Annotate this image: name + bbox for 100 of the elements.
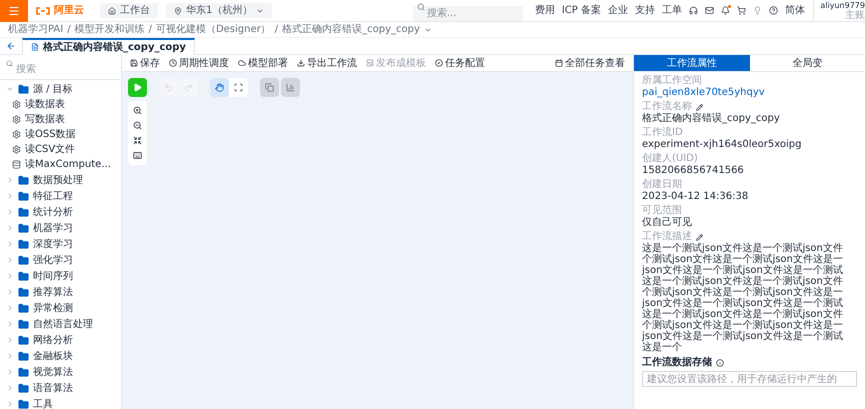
tree-item[interactable]: 读MaxCompute... bbox=[25, 157, 111, 172]
nav-link[interactable]: ICP 备案 bbox=[562, 3, 601, 18]
folder-icon bbox=[18, 270, 29, 282]
schedule-icon bbox=[169, 59, 177, 67]
edit-icon[interactable] bbox=[696, 104, 703, 110]
field-label: 工作流描述 bbox=[642, 231, 692, 242]
toolbar-button[interactable]: 保存 bbox=[130, 56, 160, 70]
lightbulb-icon[interactable] bbox=[753, 6, 762, 15]
tree-folder[interactable]: 数据预处理 bbox=[33, 172, 83, 188]
folder-icon bbox=[18, 366, 29, 378]
tree-folder[interactable]: 语音算法 bbox=[33, 380, 73, 396]
breadcrumb-separator: / bbox=[148, 23, 152, 37]
cart-icon[interactable] bbox=[737, 6, 746, 15]
caret-down-icon[interactable] bbox=[6, 85, 14, 93]
toolbar-button[interactable]: 模型部署 bbox=[238, 56, 288, 70]
keyboard-icon[interactable] bbox=[133, 151, 142, 160]
workflow-tab[interactable]: 格式正确内容错误_copy_copy bbox=[22, 38, 195, 54]
caret-right-icon[interactable] bbox=[6, 320, 14, 328]
edit-icon[interactable] bbox=[696, 234, 703, 240]
zoom-in-icon[interactable] bbox=[133, 106, 142, 115]
region-dropdown[interactable]: 华东1（杭州） bbox=[166, 3, 272, 18]
tree-folder[interactable]: 网络分析 bbox=[33, 332, 73, 348]
tree-item[interactable]: 读CSV文件 bbox=[25, 142, 76, 157]
language-link[interactable]: 简体 bbox=[785, 3, 805, 18]
tree-folder[interactable]: 金融板块 bbox=[33, 348, 73, 364]
hand-tool-button[interactable] bbox=[210, 78, 229, 97]
caret-right-icon[interactable] bbox=[6, 368, 14, 376]
gear-icon bbox=[12, 130, 21, 139]
notification-icon[interactable] bbox=[721, 6, 730, 15]
tree-folder[interactable]: 机器学习 bbox=[33, 220, 73, 236]
help-icon[interactable] bbox=[769, 6, 778, 15]
folder-icon bbox=[18, 190, 29, 202]
tree-folder[interactable]: 自然语言处理 bbox=[33, 316, 93, 332]
storage-path-field[interactable]: 建议您设置该路径，用于存储运行中产生的 bbox=[642, 371, 857, 387]
caret-right-icon[interactable] bbox=[6, 400, 14, 408]
logo-icon bbox=[36, 6, 50, 14]
description-line: 这是一个 bbox=[642, 342, 683, 353]
field-label: 创建日期 bbox=[642, 179, 682, 191]
copy-button[interactable] bbox=[260, 78, 279, 97]
workspace-link[interactable]: pai_qien8xle70te5yhqyv bbox=[642, 87, 857, 99]
tree-folder[interactable]: 异常检测 bbox=[33, 300, 73, 316]
caret-right-icon[interactable] bbox=[6, 208, 14, 216]
caret-right-icon[interactable] bbox=[6, 192, 14, 200]
description-line: json文件这是一个测试json文件这是一个测试 bbox=[642, 331, 844, 342]
info-icon[interactable] bbox=[716, 359, 724, 367]
caret-right-icon[interactable] bbox=[6, 240, 14, 248]
tree-folder[interactable]: 工具 bbox=[33, 396, 53, 409]
run-button[interactable] bbox=[128, 78, 147, 97]
gear-icon bbox=[12, 115, 21, 124]
caret-right-icon[interactable] bbox=[6, 384, 14, 392]
nav-link[interactable]: 企业 bbox=[608, 3, 628, 18]
panel-tab[interactable]: 工作流属性 bbox=[634, 55, 750, 71]
user-name[interactable]: aliyun9779 bbox=[820, 0, 865, 10]
caret-right-icon[interactable] bbox=[6, 336, 14, 344]
deploy-icon bbox=[238, 59, 246, 67]
breadcrumb-link[interactable]: 可视化建模（Designer） bbox=[156, 22, 271, 37]
breadcrumb-link[interactable]: 格式正确内容错误_copy_copy bbox=[282, 22, 420, 37]
tree-item[interactable]: 写数据表 bbox=[25, 112, 65, 127]
chart-button[interactable] bbox=[281, 78, 300, 97]
tree-item[interactable]: 读数据表 bbox=[25, 97, 65, 112]
workbench-button[interactable]: 工作台 bbox=[100, 3, 158, 18]
caret-right-icon[interactable] bbox=[6, 224, 14, 232]
caret-right-icon[interactable] bbox=[6, 256, 14, 264]
menu-button[interactable] bbox=[0, 0, 28, 22]
field-value: 格式正确内容错误_copy_copy bbox=[642, 113, 781, 125]
tree-folder[interactable]: 特征工程 bbox=[33, 188, 73, 204]
task-view-button[interactable]: 全部任务查看 bbox=[555, 56, 625, 70]
breadcrumb-link[interactable]: 机器学习PAI bbox=[8, 22, 64, 37]
folder-icon bbox=[18, 174, 29, 186]
tree-folder[interactable]: 深度学习 bbox=[33, 236, 73, 252]
breadcrumb-link[interactable]: 模型开发和训练 bbox=[74, 22, 145, 37]
nav-link[interactable]: 费用 bbox=[534, 3, 555, 18]
caret-right-icon[interactable] bbox=[6, 176, 14, 184]
fit-icon[interactable] bbox=[133, 136, 142, 145]
tree-folder[interactable]: 源 / 目标 bbox=[33, 82, 73, 96]
save-icon bbox=[130, 59, 138, 67]
caret-right-icon[interactable] bbox=[6, 352, 14, 360]
zoom-out-icon[interactable] bbox=[133, 121, 142, 130]
tree-folder[interactable]: 推荐算法 bbox=[33, 284, 73, 300]
hand-icon bbox=[215, 83, 224, 92]
headset-icon[interactable] bbox=[689, 6, 698, 15]
tree-folder[interactable]: 强化学习 bbox=[33, 252, 73, 268]
caret-right-icon[interactable] bbox=[6, 288, 14, 296]
toolbar-button[interactable]: 导出工作流 bbox=[297, 56, 357, 70]
tree-folder[interactable]: 视觉算法 bbox=[33, 364, 73, 380]
nav-link[interactable]: 支持 bbox=[635, 3, 655, 18]
mail-icon[interactable] bbox=[705, 6, 714, 15]
caret-right-icon[interactable] bbox=[6, 304, 14, 312]
back-arrow-icon[interactable] bbox=[6, 41, 16, 51]
folder-icon bbox=[18, 318, 29, 330]
nav-link[interactable]: 工单 bbox=[662, 3, 682, 18]
toolbar-button[interactable]: 周期性调度 bbox=[169, 56, 229, 70]
caret-right-icon[interactable] bbox=[6, 272, 14, 280]
breadcrumb-separator: / bbox=[274, 23, 278, 37]
tree-folder[interactable]: 统计分析 bbox=[33, 204, 73, 220]
search-field[interactable]: 搜索... bbox=[412, 6, 523, 20]
folder-icon bbox=[18, 302, 29, 314]
tree-item[interactable]: 读OSS数据 bbox=[25, 127, 76, 142]
tree-folder[interactable]: 时间序列 bbox=[33, 268, 73, 284]
toolbar-button[interactable]: 任务配置 bbox=[435, 56, 485, 70]
